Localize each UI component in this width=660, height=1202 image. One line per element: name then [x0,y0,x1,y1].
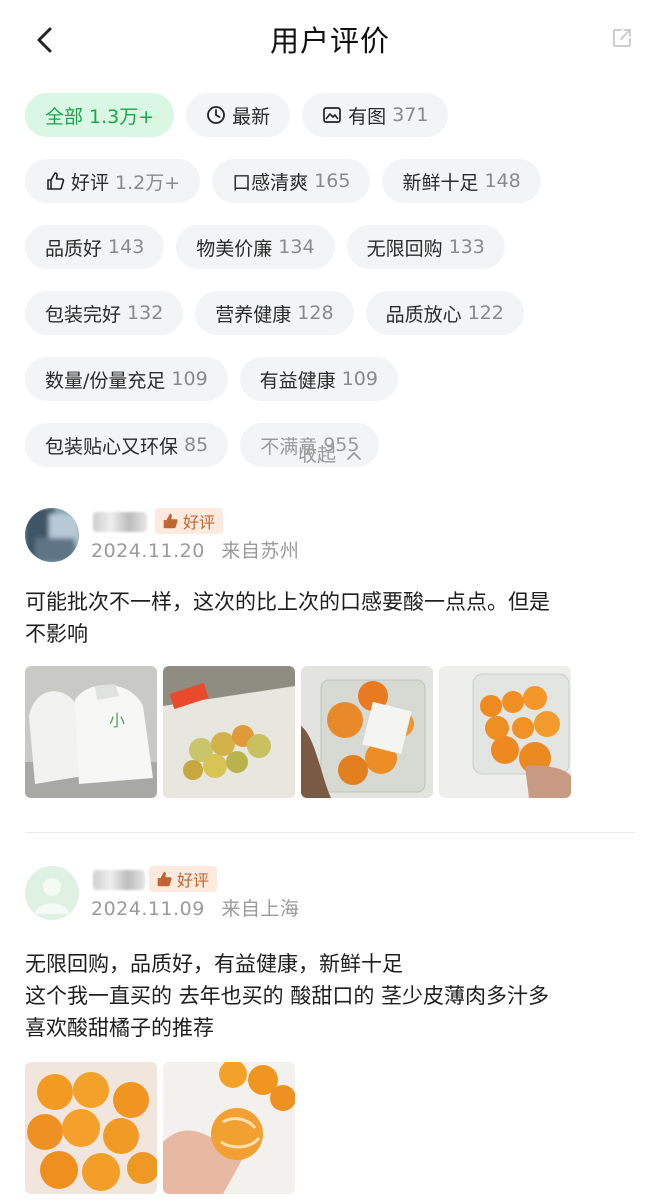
tag-count: 109 [171,368,208,390]
tag-item[interactable]: 营养健康 128 [195,291,354,335]
review-card: 好评 2024.11.09 来自上海 无限回购，品质好，有益健康，新鲜十足 这个… [25,866,640,1202]
tag-count: 133 [448,236,485,258]
review-text: 无限回购，品质好，有益健康，新鲜十足 这个我一直买的 去年也买的 酸甜口的 茎少… [25,948,635,1044]
tag-label: 最新 [232,105,271,128]
review-meta: 2024.11.20 来自苏州 [91,536,299,563]
tag-label: 物美价廉 [196,237,273,260]
tag-label: 包装完好 [45,303,122,326]
collapse-tags-button[interactable]: 收起 [0,440,660,467]
username-blurred [93,512,147,532]
review-card: 好评 2024.11.20 来自苏州 可能批次不一样，这次的比上次的口感要酸一点… [25,508,640,808]
tag-label: 好评 [71,171,110,194]
tag-label: 数量/份量充足 [45,369,166,392]
tag-item[interactable]: 口感清爽 165 [212,159,371,203]
clock-icon [207,106,226,124]
tag-count: 134 [278,236,315,258]
review-text-line: 可能批次不一样，这次的比上次的口感要酸一点点。但是 [25,590,550,614]
tag-count: 371 [392,104,429,126]
review-photos [25,1062,295,1194]
thumbs-up-icon [157,871,172,887]
tag-label: 口感清爽 [232,171,309,194]
review-text-line: 这个我一直买的 去年也买的 酸甜口的 茎少皮薄肉多汁多 [25,984,550,1008]
tag-count: 1.3万+ [89,105,155,128]
tag-item[interactable]: 无限回购 133 [346,225,505,269]
tag-label: 无限回购 [366,237,443,260]
tag-all[interactable]: 全部 1.3万+ [25,93,175,137]
tag-label: 有益健康 [259,369,336,392]
svg-text:小: 小 [109,711,125,730]
page-title: 用户评价 [269,24,390,58]
tag-item[interactable]: 包装完好 132 [25,291,184,335]
tag-row: 好评 1.2万+ 口感清爽 165 新鲜十足 148 [25,159,640,203]
review-photo[interactable] [163,1062,295,1194]
avatar[interactable] [25,508,79,562]
review-text-line: 无限回购，品质好，有益健康，新鲜十足 [25,952,403,976]
image-icon [323,107,342,123]
tag-count: 143 [108,236,145,258]
tag-row: 品质好 143 物美价廉 134 无限回购 133 [25,225,640,269]
thumbs-up-icon [47,172,65,190]
review-filter-tags: 全部 1.3万+ 最新 有图 371 好评 1.2万+ 口感清爽 165 新鲜十… [25,93,640,489]
tag-label: 全部 [45,105,84,128]
tag-latest[interactable]: 最新 [186,93,291,137]
review-text-line: 不影响 [25,622,88,646]
tag-item[interactable]: 新鲜十足 148 [382,159,541,203]
tag-item[interactable]: 数量/份量充足 109 [25,357,228,401]
badge-label: 好评 [183,513,216,532]
thumbs-up-icon [163,513,178,529]
review-location: 来自上海 [221,898,300,920]
share-icon[interactable] [610,26,634,50]
tag-positive[interactable]: 好评 1.2万+ [25,159,201,203]
collapse-label: 收起 [297,444,336,466]
status-badge: 好评 [149,866,218,892]
divider [25,832,635,833]
tag-label: 有图 [348,105,387,128]
tag-count: 122 [467,302,504,324]
tag-count: 1.2万+ [115,171,181,194]
status-badge: 好评 [155,508,224,534]
tag-count: 128 [297,302,334,324]
username-blurred [93,870,145,890]
review-location: 来自苏州 [221,540,300,562]
review-meta: 2024.11.09 来自上海 [91,894,299,921]
tag-count: 109 [341,368,378,390]
tag-row: 数量/份量充足 109 有益健康 109 [25,357,640,401]
tag-row: 包装完好 132 营养健康 128 品质放心 122 [25,291,640,335]
tag-count: 132 [127,302,164,324]
review-photo[interactable] [25,1062,157,1194]
review-photo[interactable] [301,666,433,798]
tag-label: 新鲜十足 [402,171,479,194]
tag-label: 品质好 [45,237,103,260]
review-photo[interactable] [439,666,571,798]
tag-count: 148 [484,170,521,192]
tag-item[interactable]: 物美价廉 134 [176,225,335,269]
review-photos: 小 [25,666,571,798]
tag-item[interactable]: 有益健康 109 [239,357,398,401]
tag-count: 165 [314,170,351,192]
review-text: 可能批次不一样，这次的比上次的口感要酸一点点。但是 不影响 [25,586,635,650]
tag-with-photos[interactable]: 有图 371 [302,93,449,137]
tag-item[interactable]: 品质放心 122 [365,291,524,335]
tag-row: 全部 1.3万+ 最新 有图 371 [25,93,640,137]
tag-item[interactable]: 品质好 143 [25,225,165,269]
tag-label: 营养健康 [215,303,292,326]
review-photo[interactable] [163,666,295,798]
avatar[interactable] [25,866,79,920]
top-bar: 用户评价 [0,0,660,80]
tag-label: 品质放心 [385,303,462,326]
review-date: 2024.11.20 [91,540,205,562]
badge-label: 好评 [177,871,210,890]
review-text-line: 喜欢酸甜橘子的推荐 [25,1016,214,1040]
chevron-up-icon [347,451,361,460]
review-photo[interactable]: 小 [25,666,157,798]
review-date: 2024.11.09 [91,898,205,920]
